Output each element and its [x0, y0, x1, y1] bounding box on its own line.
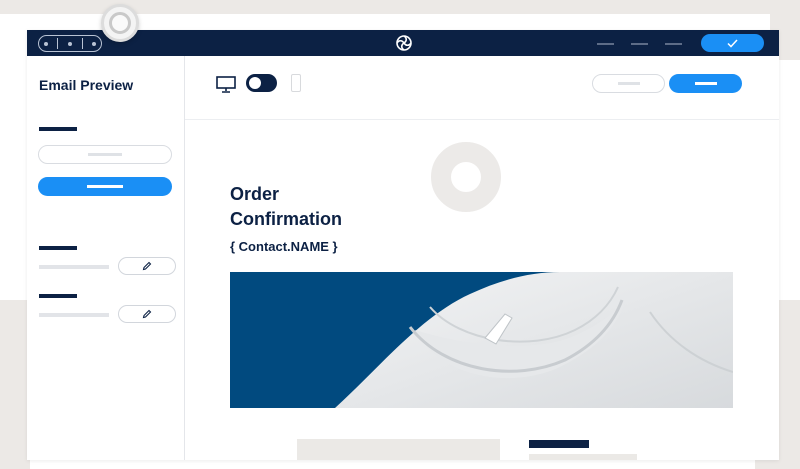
field-placeholder	[88, 153, 122, 156]
sidebar-title: Email Preview	[39, 77, 134, 93]
section-label	[39, 127, 77, 131]
control-dot[interactable]	[43, 41, 48, 46]
button-label-placeholder	[694, 82, 717, 85]
heading-line: Confirmation	[230, 209, 342, 229]
text-field[interactable]	[38, 145, 172, 164]
divider	[57, 38, 59, 49]
heading-line: Order	[230, 184, 280, 204]
primary-button[interactable]	[38, 177, 172, 196]
email-heading: Order Confirmation	[230, 182, 342, 232]
control-dot[interactable]	[67, 41, 72, 46]
primary-button[interactable]	[669, 74, 742, 93]
confirm-button[interactable]	[701, 34, 764, 52]
background-panel	[0, 300, 30, 469]
sidebar: Email Preview	[27, 56, 185, 460]
footer-line	[529, 454, 637, 460]
badge-ring	[109, 12, 131, 34]
brand-swirl-icon	[396, 35, 412, 51]
check-icon	[727, 38, 738, 48]
integration-badge	[101, 4, 139, 42]
menu-item[interactable]	[631, 43, 648, 45]
field-value-placeholder	[39, 313, 109, 317]
section-label	[39, 246, 77, 250]
section-label	[39, 294, 77, 298]
button-label-placeholder	[617, 82, 640, 85]
window-controls[interactable]	[38, 35, 102, 52]
menu-item[interactable]	[597, 43, 614, 45]
footer-block	[297, 439, 500, 460]
button-label-placeholder	[87, 185, 123, 188]
edit-button[interactable]	[118, 257, 176, 275]
secondary-button[interactable]	[592, 74, 665, 93]
monitor-icon[interactable]	[216, 76, 236, 94]
hero-image	[230, 272, 733, 408]
tshirt-image	[335, 272, 733, 408]
edit-button[interactable]	[118, 305, 176, 323]
top-bar	[27, 30, 779, 56]
preview-toolbar	[185, 56, 779, 120]
phone-icon[interactable]	[291, 74, 301, 92]
divider	[81, 38, 83, 49]
logo-ring-placeholder	[431, 142, 501, 212]
toggle-knob	[249, 77, 261, 89]
footer-bar	[529, 440, 589, 448]
menu-item[interactable]	[665, 43, 682, 45]
device-toggle[interactable]	[246, 74, 277, 92]
field-value-placeholder	[39, 265, 109, 269]
pencil-icon	[142, 309, 152, 319]
control-dot[interactable]	[92, 41, 97, 46]
contact-token: { Contact.NAME }	[230, 239, 338, 254]
pencil-icon	[142, 261, 152, 271]
editor-window: Email Preview Order Confirmation {Conta…	[27, 30, 779, 460]
stage: Email Preview Order Confirmation {Conta…	[0, 0, 800, 469]
